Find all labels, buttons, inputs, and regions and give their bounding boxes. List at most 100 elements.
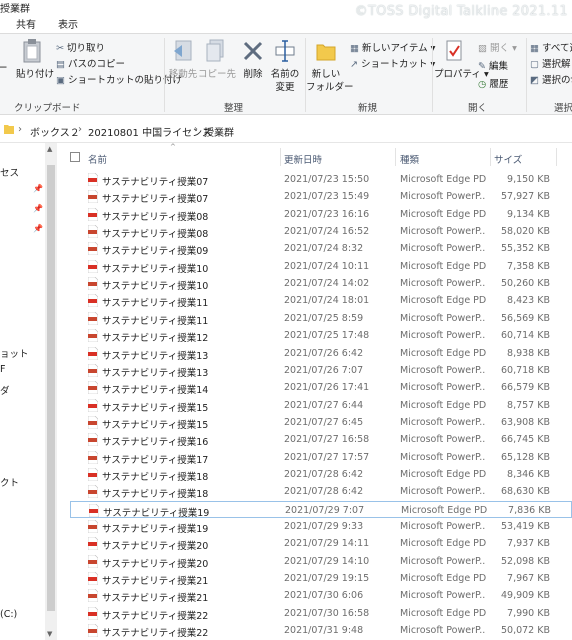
file-row[interactable]: サステナビリティ授業22 2021/07/30 16:58 Microsoft Ed… (70, 605, 572, 622)
file-row[interactable]: サステナビリティ授業11 2021/07/24 18:01 Microsoft Ed… (70, 292, 572, 309)
cut-partial-button[interactable]: ー (0, 62, 8, 75)
column-divider[interactable] (280, 148, 281, 166)
file-row[interactable]: サステナビリティ授業18 2021/07/28 6:42 Microsoft Edg… (70, 466, 572, 483)
new-folder-button[interactable]: 新しい フォルダー (306, 38, 354, 94)
powerpoint-file-icon (87, 450, 99, 464)
file-type: Microsoft Edge PD... (400, 538, 486, 550)
breadcrumb-item[interactable]: ボックス２ (30, 124, 80, 139)
pdf-file-icon (87, 294, 99, 308)
copy-path-button[interactable]: ▤ パスのコピー (56, 56, 125, 70)
breadcrumb-item[interactable]: 授業群 (204, 124, 234, 139)
column-header-size[interactable]: サイズ (494, 152, 522, 166)
nav-scroll-thumb[interactable] (47, 165, 55, 611)
column-divider[interactable] (556, 148, 557, 166)
file-date: 2021/07/24 16:52 (284, 226, 370, 238)
file-name: サステナビリティ授業20 (102, 541, 209, 553)
file-size: 56,569 KB (500, 312, 550, 324)
nav-item-project[interactable]: クト (0, 475, 19, 489)
file-row[interactable]: サステナビリティ授業19 2021/07/29 7:07 Microsoft Edg… (70, 500, 572, 519)
file-row[interactable]: サステナビリティ授業07 2021/07/23 15:49 Microsoft Po… (70, 188, 572, 205)
column-header-type[interactable]: 種類 (400, 152, 419, 166)
powerpoint-file-icon (87, 363, 99, 378)
file-row[interactable]: サステナビリティ授業14 2021/07/26 17:41 Microsoft Po… (70, 379, 572, 396)
nav-item-drive-c[interactable]: (C:) (0, 609, 17, 620)
file-date: 2021/07/29 19:15 (284, 573, 370, 585)
nav-item-quick-access[interactable]: セス (0, 165, 19, 179)
address-bar[interactable]: › ボックス２ › 20210801 中国ライセンス › 授業群 (0, 115, 572, 143)
move-to-button[interactable]: 移動先 (166, 38, 200, 81)
pin-icon[interactable]: 📌 (33, 224, 43, 233)
shortcut-button[interactable]: ↗ ショートカット ▾ (350, 56, 435, 70)
open-group-label: 開く (468, 103, 488, 114)
cut-label: 切り取り (67, 43, 106, 54)
nav-item-shortcut[interactable]: ョット (0, 346, 29, 360)
file-name: サステナビリティ授業20 (102, 558, 209, 570)
file-row[interactable]: サステナビリティ授業16 2021/07/27 16:58 Microsoft Po… (70, 431, 572, 448)
file-row[interactable]: サステナビリティ授業10 2021/07/24 14:02 Microsoft Po… (70, 275, 572, 292)
tab-share[interactable]: 共有 (16, 16, 36, 31)
column-header-date[interactable]: 更新日時 (284, 152, 322, 166)
column-divider[interactable] (490, 148, 491, 166)
column-header-name[interactable]: 名前 (88, 152, 107, 166)
invert-selection-button[interactable]: ◩ 選択の切 (530, 72, 572, 86)
file-type: Microsoft PowerP... (400, 191, 486, 203)
ribbon-separator (164, 38, 165, 112)
copy-to-button[interactable]: コピー先 (198, 38, 236, 81)
file-size: 7,990 KB (507, 607, 550, 619)
file-date: 2021/07/28 6:42 (284, 486, 364, 498)
file-row[interactable]: サステナビリティ授業21 2021/07/29 19:15 Microsoft Ed… (70, 570, 572, 587)
new-item-button[interactable]: ▦ 新しいアイテム ▾ (350, 40, 435, 54)
delete-label: 削除 (243, 69, 263, 80)
select-none-button[interactable]: ▢ 選択解 (530, 56, 571, 70)
select-all-checkbox[interactable] (70, 152, 80, 162)
pin-icon[interactable]: 📌 (33, 204, 43, 213)
scroll-up-icon[interactable]: ▲ (47, 145, 52, 153)
file-row[interactable]: サステナビリティ授業15 2021/07/27 6:45 Microsoft Pow… (70, 414, 572, 431)
file-row[interactable]: サステナビリティ授業20 2021/07/29 14:10 Microsoft Po… (70, 553, 572, 570)
file-row[interactable]: サステナビリティ授業15 2021/07/27 6:44 Microsoft Edg… (70, 397, 572, 414)
file-row[interactable]: サステナビリティ授業22 2021/07/31 9:48 Microsoft Pow… (70, 622, 572, 639)
file-row[interactable]: サステナビリティ授業17 2021/07/27 17:57 Microsoft Po… (70, 449, 572, 466)
nav-item-f[interactable]: F (0, 364, 5, 375)
invert-selection-icon: ◩ (530, 75, 539, 86)
rename-button[interactable]: 名前の 変更 (268, 38, 302, 94)
file-type: Microsoft PowerP... (400, 521, 486, 532)
file-row[interactable]: サステナビリティ授業11 2021/07/25 8:59 Microsoft Pow… (70, 310, 572, 327)
file-row[interactable]: サステナビリティ授業18 2021/07/28 6:42 Microsoft Pow… (70, 483, 572, 500)
nav-item-folder[interactable]: ダ (0, 383, 10, 397)
file-row[interactable]: サステナビリティ授業20 2021/07/29 14:11 Microsoft Ed… (70, 535, 572, 552)
history-button[interactable]: ◷ 履歴 (478, 76, 508, 90)
file-date: 2021/07/24 14:02 (284, 278, 370, 290)
file-row[interactable]: サステナビリティ授業09 2021/07/24 8:32 Microsoft Pow… (70, 240, 572, 257)
file-row[interactable]: サステナビリティ授業13 2021/07/26 7:07 Microsoft Pow… (70, 362, 572, 379)
pdf-file-icon (87, 467, 99, 482)
properties-button[interactable]: プロパティ ▾ (434, 38, 489, 81)
delete-button[interactable]: 削除 (238, 38, 268, 81)
file-name: サステナビリティ授業18 (102, 471, 209, 483)
file-row[interactable]: サステナビリティ授業10 2021/07/24 10:11 Microsoft Ed… (70, 258, 572, 275)
paste-button[interactable]: 貼り付け (16, 38, 54, 81)
powerpoint-file-icon (87, 554, 99, 568)
file-row[interactable]: サステナビリティ授業19 2021/07/29 9:33 Microsoft Pow… (70, 518, 572, 535)
file-row[interactable]: サステナビリティ授業07 2021/07/23 15:50 Microsoft Ed… (70, 171, 572, 188)
select-none-icon: ▢ (530, 59, 539, 70)
pin-icon[interactable]: 📌 (33, 184, 43, 193)
select-all-button[interactable]: ▦ すべて選 (530, 40, 572, 54)
file-row[interactable]: サステナビリティ授業13 2021/07/26 6:42 Microsoft Edg… (70, 345, 572, 362)
file-date: 2021/07/26 7:07 (284, 364, 364, 376)
edit-button[interactable]: ✎ 編集 (478, 58, 508, 72)
file-date: 2021/07/27 6:45 (284, 416, 364, 428)
cut-button[interactable]: ✂ 切り取り (56, 40, 105, 54)
file-row[interactable]: サステナビリティ授業21 2021/07/30 6:06 Microsoft Pow… (70, 587, 572, 604)
column-divider[interactable] (395, 148, 396, 166)
file-row[interactable]: サステナビリティ授業12 2021/07/25 17:48 Microsoft Po… (70, 327, 572, 344)
file-date: 2021/07/29 14:11 (284, 538, 370, 550)
open-button[interactable]: ▧ 開く ▾ (478, 40, 517, 54)
rename-label-1: 名前の (270, 69, 300, 80)
tab-view[interactable]: 表示 (58, 16, 78, 31)
chevron-down-icon: ▾ (512, 43, 517, 54)
file-row[interactable]: サステナビリティ授業08 2021/07/24 16:52 Microsoft Po… (70, 223, 572, 240)
file-type: Microsoft PowerP... (400, 625, 486, 637)
file-row[interactable]: サステナビリティ授業08 2021/07/23 16:16 Microsoft Ed… (70, 206, 572, 223)
scroll-down-icon[interactable]: ▼ (47, 630, 52, 638)
